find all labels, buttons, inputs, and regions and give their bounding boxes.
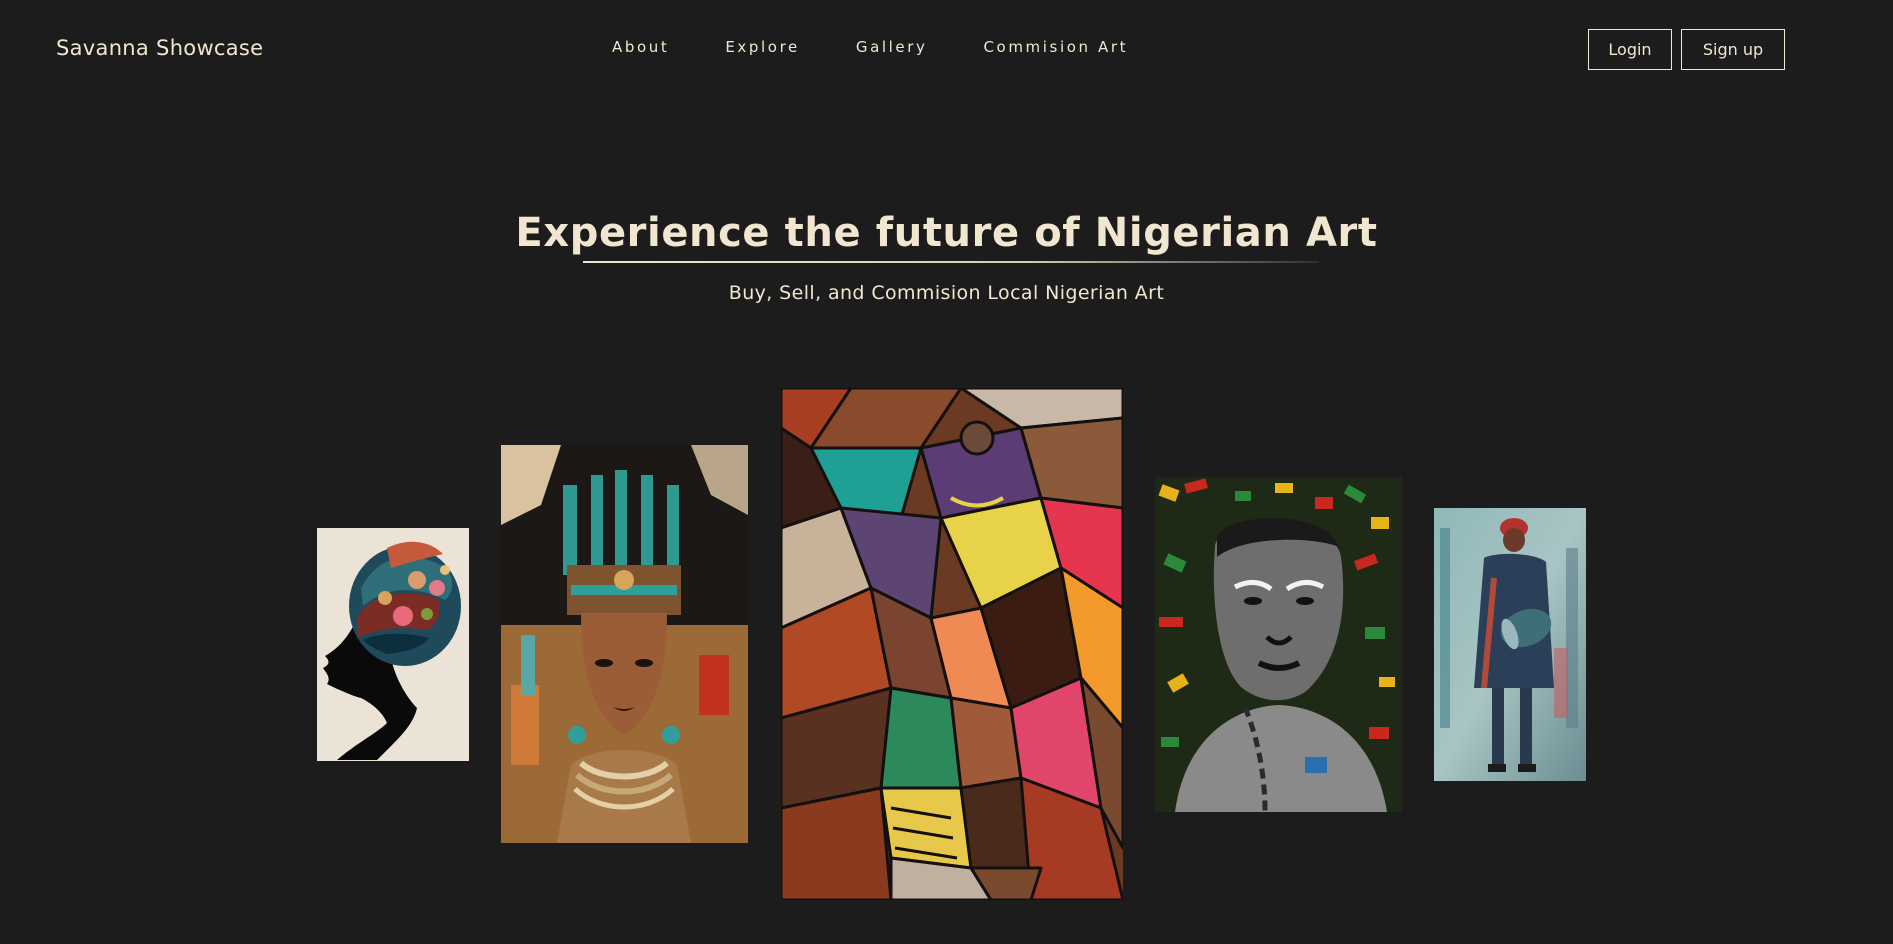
page: Savanna Showcase About Explore Gallery C…: [0, 0, 1893, 944]
login-button[interactable]: Login: [1588, 29, 1672, 70]
queen-portrait-image: [501, 445, 748, 843]
hero-title-underline: [583, 261, 1319, 263]
man-portrait-image: [1155, 477, 1402, 812]
headwrap-silhouette-image: [317, 528, 469, 761]
auth-buttons: Login Sign up: [1588, 29, 1785, 70]
nav-gallery[interactable]: Gallery: [856, 38, 928, 56]
nav-commission-art[interactable]: Commision Art: [983, 38, 1128, 56]
artwork-headwrap-silhouette[interactable]: [317, 528, 469, 761]
nav-explore[interactable]: Explore: [725, 38, 800, 56]
artwork-queen-portrait[interactable]: [501, 445, 748, 843]
drummer-painting-image: [1434, 508, 1586, 781]
artwork-geometric-figures[interactable]: [781, 388, 1123, 900]
hero-subtitle: Buy, Sell, and Commision Local Nigerian …: [728, 282, 1165, 304]
artwork-drummer-painting[interactable]: [1434, 508, 1586, 781]
geometric-figures-image: [781, 388, 1123, 900]
brand-logo-text[interactable]: Savanna Showcase: [56, 36, 263, 60]
main-nav: About Explore Gallery Commision Art: [612, 38, 1128, 56]
hero-title: Experience the future of Nigerian Art: [515, 210, 1378, 256]
nav-about[interactable]: About: [612, 38, 669, 56]
artwork-man-portrait[interactable]: [1155, 477, 1402, 812]
signup-button[interactable]: Sign up: [1681, 29, 1785, 70]
